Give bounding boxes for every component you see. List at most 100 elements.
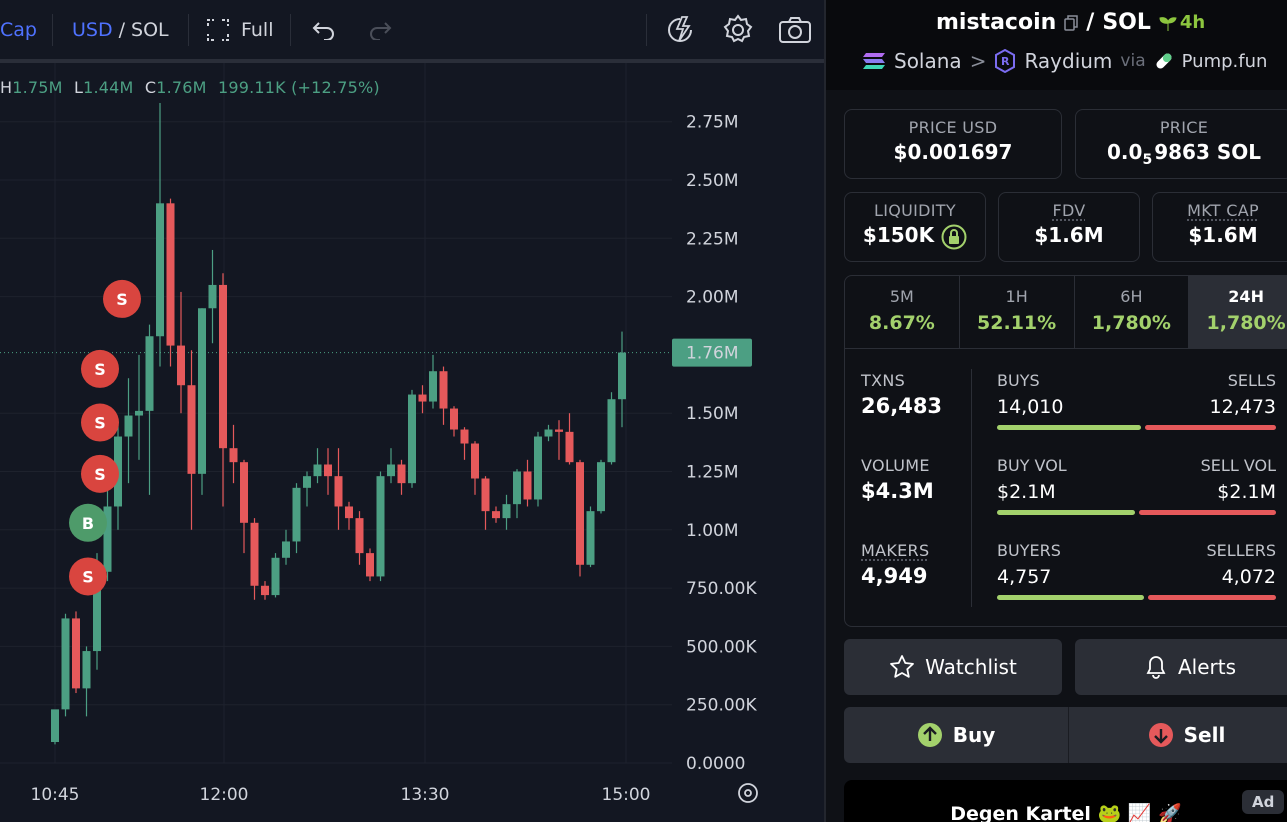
y-axis-tick-label: 500.00K bbox=[686, 637, 757, 657]
ohlc-change: 199.11K (+12.75%) bbox=[217, 78, 380, 97]
star-icon bbox=[890, 655, 915, 678]
alerts-button[interactable]: Alerts bbox=[1075, 639, 1287, 695]
y-axis-tick-label: 2.75M bbox=[686, 113, 739, 133]
x-axis-tick-label: 12:00 bbox=[200, 785, 249, 805]
tab-5m[interactable]: 5M 8.67% bbox=[845, 276, 960, 348]
sell-button[interactable]: Sell bbox=[1069, 707, 1287, 763]
candle-body bbox=[460, 429, 469, 444]
buys-sells-ratio-bar bbox=[997, 425, 1276, 430]
market-cap-box: MKT CAP $1.6M bbox=[1152, 192, 1287, 262]
candle-body bbox=[166, 203, 175, 346]
y-axis-tick-label: 1.50M bbox=[686, 404, 739, 424]
settings-button[interactable] bbox=[722, 0, 754, 60]
toolbar-divider bbox=[290, 14, 291, 46]
chart-toolbar: Cap USD / SOL Full bbox=[0, 0, 824, 60]
buy-button[interactable]: Buy bbox=[844, 707, 1068, 763]
currency-sol[interactable]: SOL bbox=[131, 19, 169, 41]
price-sol-value: 0.05 9863 SOL bbox=[1076, 140, 1287, 168]
svg-text:R: R bbox=[1001, 55, 1010, 68]
toolbar-divider bbox=[188, 14, 189, 46]
tab-6h-label: 6H bbox=[1120, 287, 1143, 306]
sell-volume-bar bbox=[1139, 510, 1276, 515]
solana-icon bbox=[863, 53, 885, 69]
candle-body bbox=[135, 410, 143, 416]
candle-body bbox=[565, 431, 574, 463]
axis-settings-icon[interactable] bbox=[738, 783, 758, 803]
copy-icon[interactable] bbox=[1064, 14, 1079, 31]
candle-body bbox=[607, 399, 616, 463]
candle-body bbox=[82, 651, 91, 689]
indicators-button[interactable] bbox=[666, 0, 696, 60]
arrow-up-circle-icon bbox=[917, 723, 942, 747]
candle-body bbox=[418, 394, 427, 402]
volume-label: VOLUME bbox=[861, 456, 930, 475]
candle-body bbox=[355, 518, 364, 554]
lock-icon[interactable] bbox=[941, 224, 967, 250]
candle-body bbox=[408, 394, 416, 484]
liquidity-value: $150K bbox=[862, 223, 935, 247]
tab-5m-label: 5M bbox=[889, 287, 914, 306]
lightning-chart-icon bbox=[668, 16, 692, 42]
undo-button[interactable] bbox=[312, 0, 336, 60]
tab-6h[interactable]: 6H 1,780% bbox=[1075, 276, 1190, 348]
currency-toggle[interactable]: USD / SOL bbox=[72, 0, 169, 60]
candle-body bbox=[544, 429, 553, 437]
pair-title: mistacoin / SOL 4h bbox=[936, 10, 1205, 35]
candle-body bbox=[471, 443, 479, 479]
txns-label: TXNS bbox=[861, 371, 906, 390]
sells-label: SELLS bbox=[1227, 371, 1276, 390]
sells-value: 12,473 bbox=[1209, 396, 1276, 418]
market-cap-stat-label[interactable]: MKT CAP bbox=[1153, 201, 1287, 220]
screenshot-button[interactable] bbox=[778, 0, 812, 60]
ad-title: Degen Kartel 🐸 📈 🚀 bbox=[950, 803, 1182, 822]
sells-bar bbox=[1145, 425, 1276, 430]
tab-1h[interactable]: 1H 52.11% bbox=[960, 276, 1075, 348]
market-cap-toggle[interactable]: Cap bbox=[0, 0, 37, 60]
sellers-value: 4,072 bbox=[1221, 566, 1276, 588]
axis-settings-icon-center bbox=[744, 789, 752, 797]
candle-body bbox=[334, 476, 343, 507]
y-axis-tick-label: 2.00M bbox=[686, 288, 739, 308]
candle-body bbox=[523, 471, 532, 500]
makers-label[interactable]: MAKERS bbox=[861, 541, 929, 560]
fullscreen-button[interactable]: Full bbox=[207, 0, 274, 60]
toolbar-divider bbox=[646, 14, 647, 46]
liquidity-label: LIQUIDITY bbox=[874, 201, 956, 220]
ad-banner[interactable]: Degen Kartel 🐸 📈 🚀 Ad bbox=[844, 780, 1287, 822]
buyers-bar bbox=[997, 595, 1144, 600]
watchlist-button[interactable]: Watchlist bbox=[844, 639, 1062, 695]
candle-body bbox=[345, 506, 353, 519]
fdv-label[interactable]: FDV bbox=[999, 201, 1139, 220]
tab-24h[interactable]: 24H 1,780% bbox=[1189, 276, 1287, 348]
chain-name[interactable]: Solana bbox=[894, 49, 962, 73]
buyers-ratio-bar bbox=[997, 595, 1276, 600]
undo-icon bbox=[312, 22, 334, 40]
watchlist-label: Watchlist bbox=[925, 655, 1017, 679]
candle-body bbox=[250, 522, 259, 586]
pair-info-panel: mistacoin / SOL 4h Solana > R Raydium vi… bbox=[824, 0, 1287, 822]
candle-body bbox=[282, 541, 290, 558]
dex-name[interactable]: Raydium bbox=[1024, 49, 1112, 73]
price-sol-box: PRICE 0.05 9863 SOL bbox=[1075, 109, 1287, 179]
ohlc-close-key: C bbox=[144, 78, 157, 97]
tab-1h-change: 52.11% bbox=[977, 312, 1057, 334]
ohlc-legend: H1.75M L1.44M C1.76M 199.11K (+12.75%) bbox=[0, 78, 380, 97]
launchpad-name[interactable]: Pump.fun bbox=[1182, 51, 1268, 72]
price-sol-prefix: 0.0 bbox=[1107, 140, 1143, 164]
price-chart[interactable]: 2.75M 2.50M 2.25M 2.00M 1.50M 1.25M 1.00M 750.0… bbox=[0, 63, 824, 822]
transaction-stats: TXNS 26,483 VOLUME $4.3M MAKERS 4,949 BU… bbox=[844, 349, 1287, 627]
price-usd-label: PRICE USD bbox=[908, 118, 998, 137]
currency-separator: / bbox=[118, 19, 126, 41]
quote-token: SOL bbox=[1102, 10, 1151, 35]
token-name: mistacoin bbox=[936, 10, 1057, 35]
ohlc-high-value: 1.75M bbox=[12, 78, 63, 97]
candle-body bbox=[513, 471, 521, 505]
buy-volume-label: BUY VOL bbox=[997, 456, 1067, 475]
candle-body bbox=[534, 436, 542, 500]
currency-usd[interactable]: USD bbox=[72, 19, 113, 41]
via-label: via bbox=[1120, 51, 1146, 71]
volume-split-stat: BUY VOL SELL VOL $2.1M $2.1M bbox=[997, 456, 1276, 515]
full-label: Full bbox=[241, 19, 274, 41]
candle-body bbox=[492, 511, 500, 519]
redo-button[interactable] bbox=[368, 0, 392, 60]
